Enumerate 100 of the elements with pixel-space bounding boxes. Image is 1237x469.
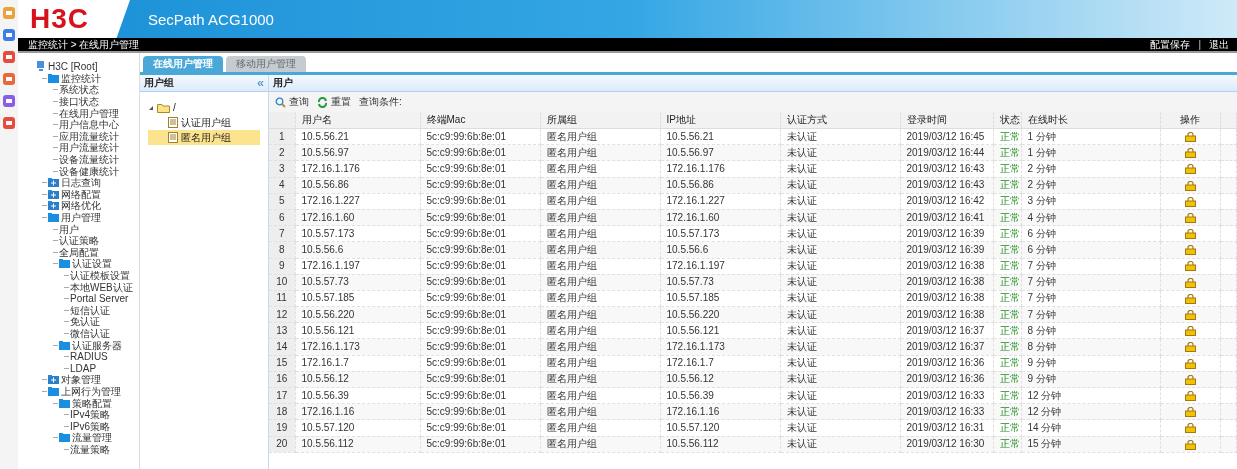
- open-folder-icon[interactable]: [59, 433, 70, 443]
- nav-item[interactable]: H3C [Root]: [48, 61, 98, 73]
- nav-item[interactable]: 免认证: [70, 316, 100, 328]
- nav-item[interactable]: 应用流量统计: [59, 130, 119, 142]
- search-button[interactable]: 查询: [275, 95, 309, 109]
- lock-icon[interactable]: [1184, 180, 1196, 191]
- table-cell: 1 分钟: [1021, 128, 1160, 145]
- nav-item[interactable]: 用户信息中心: [59, 119, 119, 131]
- query-condition-label: 查询条件:: [359, 95, 402, 109]
- app-icon[interactable]: [2, 94, 16, 108]
- nav-item[interactable]: 用户: [59, 223, 79, 235]
- nav-item[interactable]: 网络配置: [61, 188, 101, 200]
- app-icon[interactable]: [2, 6, 16, 20]
- reset-button[interactable]: 重置: [317, 95, 351, 109]
- nav-item[interactable]: 对象管理: [61, 374, 101, 386]
- nav-item[interactable]: 用户流量统计: [59, 142, 119, 154]
- top-link[interactable]: 退出: [1209, 37, 1229, 52]
- table-cell: 10.5.57.73: [295, 274, 420, 291]
- table-cell: 8 分钟: [1021, 322, 1160, 339]
- nav-item[interactable]: 系统状态: [59, 84, 99, 96]
- nav-item[interactable]: 用户管理: [61, 212, 101, 223]
- app-icon[interactable]: [2, 116, 16, 130]
- nav-item[interactable]: 上网行为管理: [61, 385, 121, 397]
- row-number: 6: [269, 209, 295, 226]
- nav-item[interactable]: IPv6策略: [70, 420, 110, 432]
- nav-item[interactable]: 全局配置: [59, 246, 99, 258]
- table-cell: 未认证: [780, 290, 900, 307]
- open-folder-icon[interactable]: [48, 73, 59, 83]
- top-link[interactable]: 配置保存: [1150, 37, 1191, 52]
- tree-item[interactable]: 匿名用户组: [148, 130, 260, 145]
- lock-icon[interactable]: [1184, 423, 1196, 434]
- nav-item[interactable]: IPv4策略: [70, 409, 110, 421]
- nav-item[interactable]: 监控统计: [61, 72, 101, 84]
- table-cell: 未认证: [780, 322, 900, 339]
- lock-icon[interactable]: [1184, 229, 1196, 240]
- nav-item[interactable]: 认证模板设置: [70, 270, 130, 281]
- nav-item[interactable]: 设备健康统计: [59, 165, 119, 177]
- nav-item[interactable]: 认证服务器: [72, 339, 122, 351]
- lock-icon[interactable]: [1184, 196, 1196, 207]
- panel-title: 用户组: [144, 76, 174, 90]
- folder-plus-icon[interactable]: [48, 178, 59, 188]
- lock-icon[interactable]: [1184, 439, 1196, 450]
- table-cell: 2019/03/12 16:37: [900, 322, 993, 339]
- lock-icon[interactable]: [1184, 212, 1196, 223]
- nav-item[interactable]: 流量策略: [70, 443, 110, 455]
- nav-item[interactable]: 认证策略: [59, 235, 99, 247]
- nav-item[interactable]: 设备流量统计: [59, 154, 119, 166]
- open-folder-icon[interactable]: [59, 340, 70, 350]
- lock-icon[interactable]: [1184, 131, 1196, 142]
- expand-arrow-icon[interactable]: [148, 104, 154, 111]
- collapse-button[interactable]: «: [257, 77, 264, 89]
- nav-item[interactable]: RADIUS: [70, 351, 108, 363]
- open-folder-icon[interactable]: [48, 213, 59, 222]
- nav-item[interactable]: Portal Server: [70, 293, 129, 305]
- lock-icon[interactable]: [1184, 293, 1196, 304]
- app-icon[interactable]: [2, 72, 16, 86]
- table-cell: 5c:c9:99:6b:8e:01: [420, 241, 540, 258]
- nav-item[interactable]: LDAP: [70, 362, 97, 374]
- nav-item[interactable]: 认证设置: [72, 258, 112, 270]
- folder-plus-icon[interactable]: [48, 201, 59, 211]
- lock-icon[interactable]: [1184, 164, 1196, 175]
- lock-icon[interactable]: [1184, 342, 1196, 353]
- lock-icon[interactable]: [1184, 261, 1196, 272]
- table-cell: 7 分钟: [1021, 290, 1160, 307]
- folder-plus-icon[interactable]: [48, 375, 59, 385]
- nav-item[interactable]: 微信认证: [70, 327, 110, 339]
- table-cell: 匿名用户组: [540, 436, 660, 453]
- open-folder-icon[interactable]: [59, 398, 70, 408]
- lock-icon[interactable]: [1184, 245, 1196, 256]
- lock-icon[interactable]: [1184, 390, 1196, 401]
- app-icon[interactable]: [2, 50, 16, 64]
- lock-icon[interactable]: [1184, 407, 1196, 418]
- lock-icon[interactable]: [1184, 277, 1196, 288]
- tree-item[interactable]: /: [173, 102, 176, 113]
- lock-icon[interactable]: [1184, 358, 1196, 369]
- open-folder-icon[interactable]: [59, 259, 70, 269]
- open-folder-icon[interactable]: [48, 386, 59, 396]
- nav-item[interactable]: 策略配置: [72, 397, 112, 409]
- row-number: 2: [269, 144, 295, 161]
- nav-item[interactable]: 短信认证: [70, 304, 110, 316]
- app-icon[interactable]: [2, 28, 16, 42]
- table-cell: 10.5.56.21: [660, 128, 780, 145]
- row-number: 9: [269, 258, 295, 275]
- nav-item[interactable]: 流量管理: [72, 432, 112, 444]
- table-cell: 10.5.56.12: [295, 371, 420, 388]
- nav-item[interactable]: 在线用户管理: [59, 107, 119, 119]
- lock-icon[interactable]: [1184, 148, 1196, 159]
- table-cell: 172.16.1.16: [295, 403, 420, 420]
- tree-item[interactable]: 认证用户组: [148, 115, 260, 130]
- folder-plus-icon[interactable]: [48, 189, 59, 199]
- nav-item[interactable]: 本地WEB认证: [70, 281, 133, 293]
- nav-item[interactable]: 网络优化: [61, 200, 101, 212]
- lock-icon[interactable]: [1184, 326, 1196, 337]
- lock-icon[interactable]: [1184, 374, 1196, 385]
- nav-item[interactable]: 接口状态: [59, 96, 99, 108]
- table-cell: 10.5.57.173: [295, 225, 420, 242]
- nav-item[interactable]: 日志查询: [61, 177, 101, 189]
- tab[interactable]: 移动用户管理: [226, 56, 306, 72]
- row-number: 5: [269, 193, 295, 210]
- lock-icon[interactable]: [1184, 310, 1196, 320]
